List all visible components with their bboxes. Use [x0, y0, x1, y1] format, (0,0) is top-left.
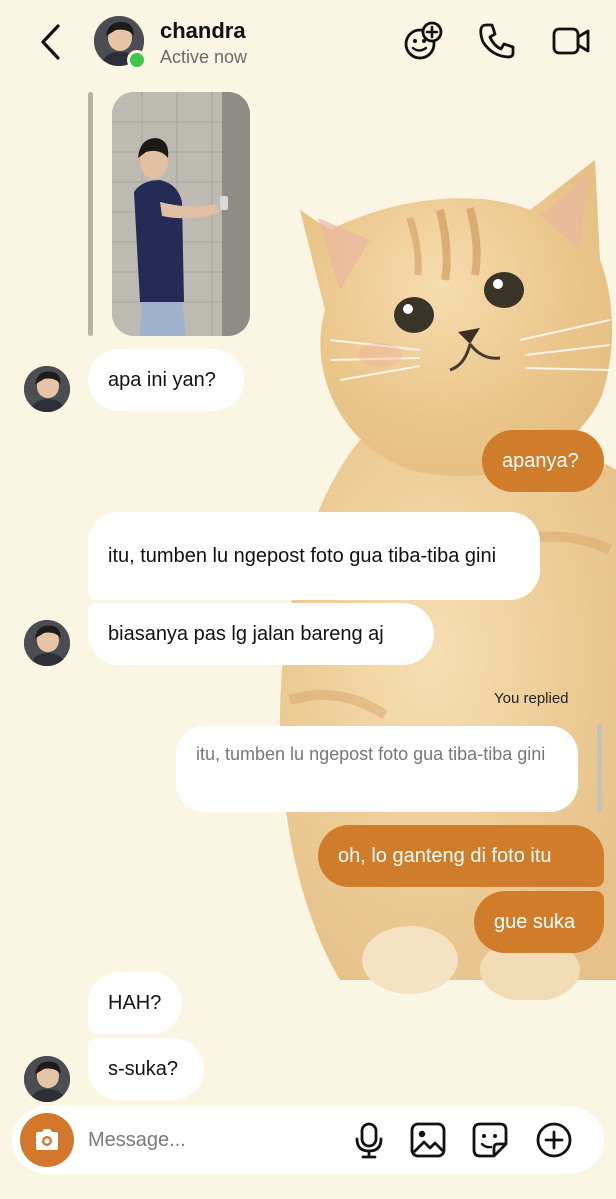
- plus-icon[interactable]: [534, 1120, 574, 1160]
- online-status-dot: [127, 50, 147, 70]
- avatar-image: [24, 620, 70, 666]
- avatar-image: [24, 366, 70, 412]
- reply-bar: [88, 92, 93, 336]
- outgoing-message-bubble[interactable]: gue suka: [474, 891, 604, 953]
- photo-image: [112, 92, 250, 336]
- you-replied-label: You replied: [494, 690, 569, 707]
- message-input[interactable]: [88, 1124, 338, 1156]
- message-text: oh, lo ganteng di foto itu: [338, 845, 552, 867]
- message-text: HAH?: [108, 992, 162, 1014]
- sticker-icon[interactable]: [470, 1120, 510, 1160]
- message-text: gue suka: [494, 911, 576, 933]
- effects-icon[interactable]: [402, 20, 444, 62]
- scroll-indicator[interactable]: [597, 724, 602, 812]
- back-chevron-icon[interactable]: [36, 22, 66, 62]
- video-icon[interactable]: [550, 20, 592, 62]
- avatar-image: [24, 1056, 70, 1102]
- message-text: biasanya pas lg jalan bareng aj: [108, 623, 384, 645]
- contact-status: Active now: [160, 47, 248, 67]
- incoming-message-bubble[interactable]: biasanya pas lg jalan bareng aj: [88, 603, 434, 665]
- incoming-message-bubble[interactable]: itu, tumben lu ngepost foto gua tiba-tib…: [88, 512, 540, 600]
- incoming-message-bubble[interactable]: s-suka?: [88, 1038, 204, 1100]
- outgoing-message-bubble[interactable]: apanya?: [482, 430, 604, 492]
- message-text: apa ini yan?: [108, 369, 216, 391]
- camera-button[interactable]: [20, 1113, 74, 1167]
- sender-avatar[interactable]: [24, 366, 70, 412]
- sender-avatar[interactable]: [24, 620, 70, 666]
- incoming-message-bubble[interactable]: apa ini yan?: [88, 349, 244, 411]
- phone-icon[interactable]: [476, 20, 518, 62]
- gallery-icon[interactable]: [408, 1120, 448, 1160]
- shared-photo[interactable]: [112, 92, 250, 336]
- camera-icon: [36, 1129, 58, 1150]
- message-text: itu, tumben lu ngepost foto gua tiba-tib…: [108, 545, 497, 567]
- contact-name[interactable]: chandra: [160, 18, 246, 44]
- message-text: apanya?: [502, 450, 579, 472]
- quoted-message[interactable]: itu, tumben lu ngepost foto gua tiba-tib…: [176, 726, 578, 812]
- outgoing-message-bubble[interactable]: oh, lo ganteng di foto itu: [318, 825, 604, 887]
- sender-avatar[interactable]: [24, 1056, 70, 1102]
- microphone-icon[interactable]: [349, 1120, 389, 1160]
- incoming-message-bubble[interactable]: HAH?: [88, 972, 182, 1034]
- message-text: s-suka?: [108, 1058, 179, 1080]
